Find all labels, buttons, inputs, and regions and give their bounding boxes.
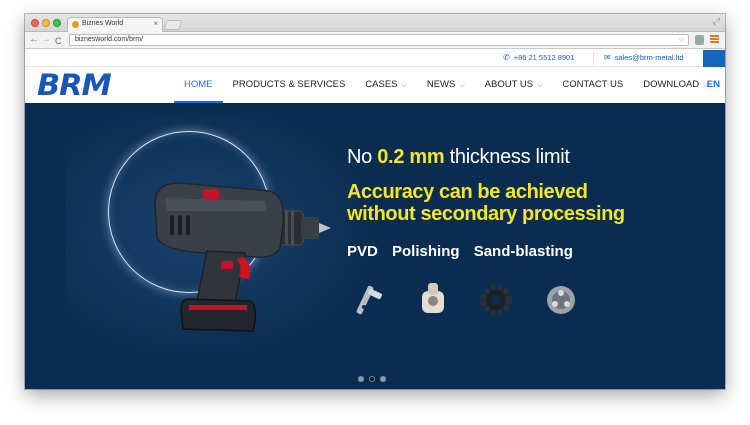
- bracket-part-image: [356, 285, 382, 315]
- browser-menu-icon[interactable]: [710, 35, 719, 44]
- chevron-down-icon: ⌵: [401, 82, 407, 89]
- thickness-value: 0.2 mm: [377, 146, 445, 168]
- metal-disc-part-image: [547, 286, 575, 314]
- tab-strip: Biznes World × ⤢: [25, 14, 725, 32]
- window-minimize-button[interactable]: [42, 19, 50, 27]
- divider: [593, 52, 594, 65]
- extension-icon[interactable]: [695, 35, 704, 45]
- bookmark-star-icon[interactable]: ☆: [678, 35, 685, 44]
- reload-icon[interactable]: C: [55, 35, 62, 47]
- process-pvd: PVD: [347, 243, 378, 260]
- phone-icon: ✆: [503, 53, 510, 62]
- cordless-drill-image: [154, 182, 331, 332]
- tab-title: Biznes World: [82, 20, 124, 27]
- nav-item-home[interactable]: HOME: [174, 67, 223, 103]
- carousel-dot[interactable]: [380, 376, 386, 382]
- nav-item-contact-us[interactable]: CONTACT US: [552, 67, 633, 103]
- chevron-down-icon: ⌵: [459, 82, 465, 89]
- process-sand-blasting: Sand-blasting: [473, 243, 573, 260]
- forward-arrow-icon[interactable]: →: [41, 34, 51, 46]
- email-contact[interactable]: ✉ sales@brm-metal.ltd: [604, 53, 684, 62]
- back-arrow-icon[interactable]: ←: [29, 34, 39, 46]
- parts-gallery: [352, 281, 592, 321]
- brm-logo[interactable]: BRM: [37, 68, 112, 102]
- nav-item-products-services[interactable]: PRODUCTS & SERVICES: [223, 67, 356, 103]
- browser-tab[interactable]: Biznes World ×: [67, 17, 163, 32]
- topbar-language-block[interactable]: [703, 50, 725, 67]
- envelope-icon: ✉: [604, 53, 611, 62]
- browser-window: Biznes World × ⤢ ← → C biznesworld.com/b…: [25, 14, 725, 389]
- hero-subheadline: Accuracy can be achieved without seconda…: [347, 181, 625, 225]
- process-polishing: Polishing: [392, 243, 460, 260]
- url-text[interactable]: biznesworld.com/brm/: [75, 36, 143, 43]
- nav-item-download[interactable]: DOWNLOAD ⌵: [633, 67, 718, 103]
- carousel-dot[interactable]: [358, 376, 364, 382]
- browser-toolbar: ← → C biznesworld.com/brm/ ☆: [25, 32, 725, 49]
- fullscreen-icon[interactable]: ⤢: [713, 16, 720, 27]
- hero-banner: No 0.2 mm thickness limit Accuracy can b…: [25, 103, 725, 389]
- carousel-dots: [358, 376, 391, 382]
- email-address: sales@brm-metal.ltd: [614, 53, 684, 62]
- tab-close-icon[interactable]: ×: [153, 19, 158, 28]
- nav-item-about-us[interactable]: ABOUT US ⌵: [475, 67, 553, 103]
- contact-topbar: ✆ +86 21 5512 8901 ✉ sales@brm-metal.ltd: [25, 50, 725, 67]
- address-bar[interactable]: biznesworld.com/brm/ ☆: [69, 34, 689, 46]
- window-close-button[interactable]: [31, 19, 39, 27]
- chevron-down-icon: ⌵: [537, 82, 543, 89]
- window-maximize-button[interactable]: [53, 19, 61, 27]
- nav-item-news[interactable]: NEWS ⌵: [417, 67, 475, 103]
- new-tab-button[interactable]: [163, 20, 183, 30]
- gear-part-image: [480, 284, 512, 316]
- main-menu: HOME PRODUCTS & SERVICES CASES ⌵ NEWS ⌵ AB…: [174, 67, 718, 103]
- plastic-part-image: [422, 283, 444, 313]
- nav-item-cases[interactable]: CASES ⌵: [355, 67, 417, 103]
- phone-contact[interactable]: ✆ +86 21 5512 8901: [503, 53, 574, 62]
- carousel-dot-active[interactable]: [369, 376, 375, 382]
- hero-headline: No 0.2 mm thickness limit: [347, 146, 570, 168]
- language-switch[interactable]: EN: [707, 67, 720, 102]
- main-navbar: BRM HOME PRODUCTS & SERVICES CASES ⌵ NEWS…: [25, 67, 725, 103]
- favicon-icon: [72, 21, 79, 28]
- phone-number: +86 21 5512 8901: [513, 53, 575, 62]
- process-list: PVD Polishing Sand-blasting: [347, 243, 583, 260]
